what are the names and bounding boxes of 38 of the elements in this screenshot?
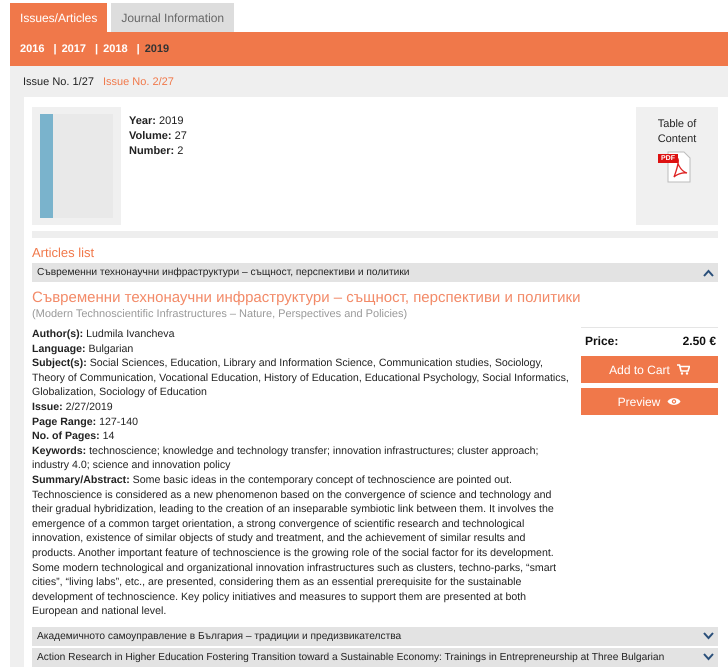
article-accordion-header[interactable]: Action Research in Higher Education Fostering Transition toward a Sustainable Economy: Trainings in Entrepreneurship at Three Bulgarian — [32, 648, 718, 667]
year-link[interactable]: 2019 — [144, 43, 170, 55]
chevron-down-icon — [703, 632, 714, 640]
article-field: Keywords: technoscience; knowledge and technology transfer; innovation infrastructures; cluster approach; industry 4.0; science and innovation policy — [32, 444, 571, 473]
article-field: Summary/Abstract: Some basic ideas in the contemporary concept of technoscience are pointed out. Technoscience is considered as a new phenomenon based on the convergence of science and technology and their gradual hybridization, leading to the creation of an inseparable symbiotic link between them. It involves the emergence of a common target orientation, a strong convergence of scientific research and technological innovation, existence of similar objects of study and treatment, and the achievement of similar results and products. Another important feature of technoscience is the growing role of the social factor for its development. Some modern technological and organizational innovation infrastructures such as clusters, techno-parks, “smart cities”, “living labs”, etc., are presented, considering them as an essential prerequisite for the sustainable development of technoscience. Key policy initiatives and measures to support them are presented at both European and national level. — [32, 472, 571, 619]
article-field: No. of Pages: 14 — [32, 429, 571, 444]
add-to-cart-button[interactable]: Add to Cart — [581, 356, 718, 383]
article-accordion-header[interactable]: Съвременни технонаучни инфраструктури – същност, перспективи и политики — [32, 263, 718, 282]
issue-field: Year: 2019 — [129, 114, 628, 129]
issue-link[interactable]: Issue No. 2/27 — [102, 76, 174, 88]
preview-button[interactable]: Preview — [581, 388, 718, 415]
price-value: 2.50 € — [682, 334, 716, 348]
issue-field: Volume: 27 — [129, 129, 628, 144]
cart-icon — [676, 364, 690, 375]
article-field: Page Range: 127-140 — [32, 414, 571, 430]
articles-list-heading: Articles list — [32, 245, 96, 260]
article-field: Subject(s): Social Sciences, Education, Library and Information Science, Communication studies, Sociology, Theory of Communication, Vocational Education, History of Education, Educational Psychology, Social Informatics, Globalization, Sociology of Education — [32, 356, 571, 400]
year-separator: | — [95, 43, 98, 55]
issue-link[interactable]: Issue No. 1/27 — [23, 76, 94, 88]
price-label: Price: — [585, 334, 618, 348]
year-link[interactable]: 2018 — [103, 43, 128, 55]
eye-icon — [667, 397, 682, 406]
article-field: Language: Bulgarian — [32, 342, 571, 356]
article-title: Съвременни технонаучни инфраструктури – същност, перспективи и политики — [32, 289, 582, 306]
chevron-up-icon — [703, 268, 714, 276]
year-separator: | — [53, 43, 57, 55]
issue-field: Number: 2 — [129, 144, 628, 159]
article-accordion-header[interactable]: Академичното самоуправление в България – традиции и предизвикателства — [32, 626, 718, 646]
tab[interactable]: Issues/Articles — [10, 3, 108, 32]
year-link[interactable]: 2017 — [62, 43, 86, 55]
article-field: Author(s): Ludmila Ivancheva — [32, 327, 571, 342]
year-link[interactable]: 2016 — [20, 43, 44, 55]
year-separator: | — [136, 43, 140, 55]
article-subtitle: (Modern Technoscientific Infrastructures – Nature, Perspectives and Policies) — [32, 308, 408, 320]
toc-label: Table of Content — [656, 117, 698, 147]
tab[interactable]: Journal Information — [111, 3, 234, 32]
article-field: Issue: 2/27/2019 — [32, 400, 571, 415]
chevron-down-icon — [703, 653, 714, 662]
